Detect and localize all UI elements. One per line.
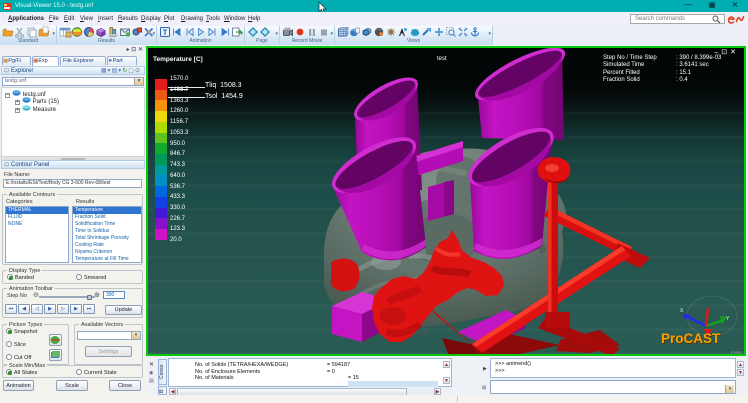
svg-text:Y: Y xyxy=(726,316,730,322)
svg-text:X: X xyxy=(680,308,684,314)
